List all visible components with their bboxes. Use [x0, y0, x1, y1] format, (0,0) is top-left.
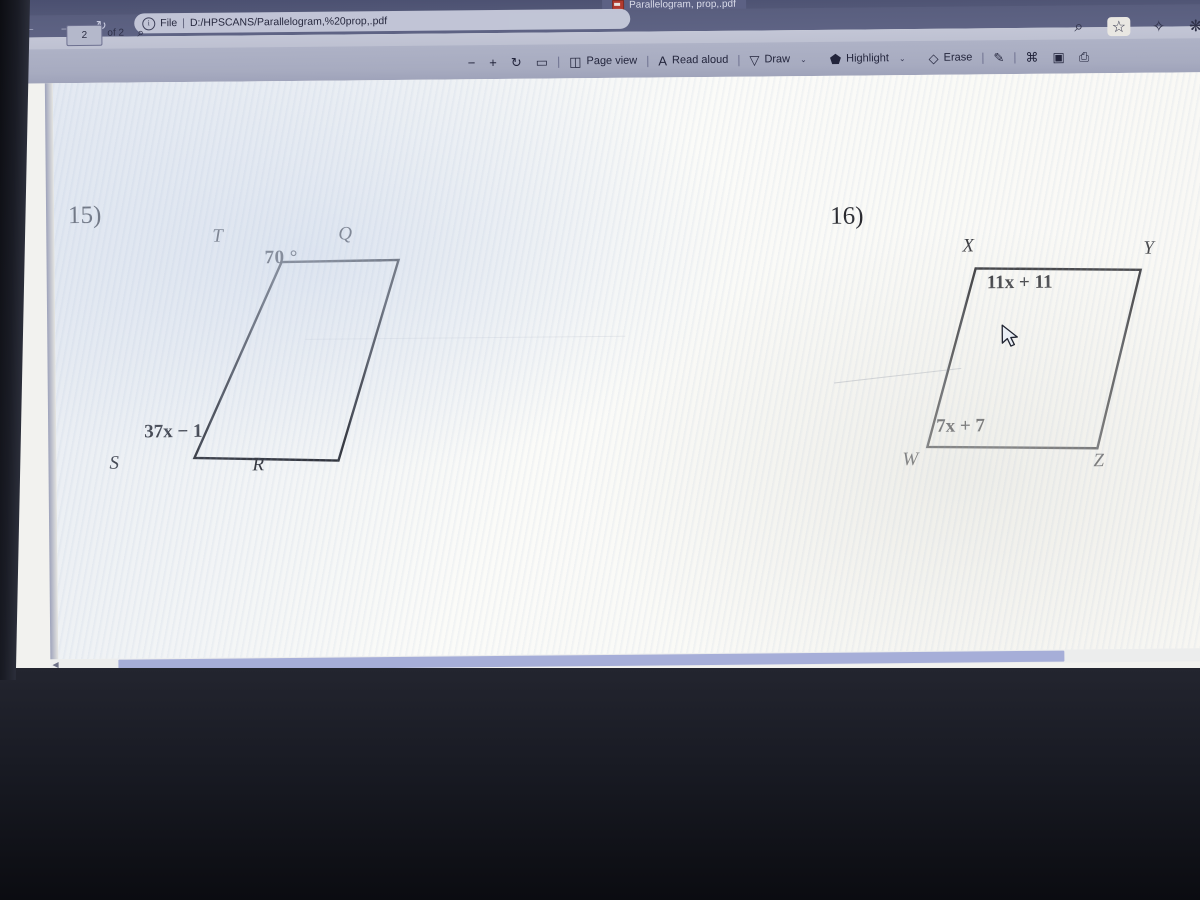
rotate-page-button[interactable]: ↻ — [504, 51, 529, 73]
screen-content: Parallelogram, prop,.pdf ← → ↻ i File | … — [0, 0, 1200, 690]
vertex-label-Z: Z — [1093, 450, 1105, 472]
read-aloud-label: Read aloud — [671, 53, 729, 67]
zoom-out-button[interactable]: − — [461, 51, 483, 73]
address-bar-separator: | — [182, 16, 185, 30]
vertex-label-S: S — [109, 452, 120, 474]
save-button[interactable]: ▣ — [1045, 45, 1072, 67]
minus-icon: − — [467, 54, 476, 70]
vertex-label-X: X — [962, 235, 975, 257]
page-view-label: Page view — [586, 54, 638, 68]
ink-color-icon: ✎ — [993, 49, 1005, 65]
pdf-page-number-input[interactable]: 2 — [66, 24, 103, 47]
eraser-icon: ◇ — [928, 50, 939, 66]
rotate-icon: ↻ — [510, 54, 522, 70]
parallelogram-qrst — [192, 258, 401, 462]
add-comment-icon: ⌘ — [1025, 49, 1039, 65]
fit-page-icon: ▭ — [535, 54, 549, 70]
highlight-label: Highlight — [846, 52, 889, 65]
ink-color-button[interactable]: ✎ — [986, 46, 1011, 68]
highlight-button[interactable]: ⬟ Highlight — [823, 47, 896, 70]
read-aloud-icon: A — [658, 52, 668, 68]
favorites-star-icon[interactable]: ☆ — [1107, 16, 1131, 37]
draw-pen-icon: ▽ — [749, 51, 760, 68]
expression-label-37x-minus-1: 37x − 1 — [144, 420, 203, 443]
info-circle-icon[interactable]: i — [142, 16, 156, 30]
vertex-label-T: T — [212, 225, 223, 247]
angle-label-70-degrees: 70 ° — [264, 246, 298, 269]
draw-button[interactable]: ▽ Draw — [742, 48, 797, 71]
fit-to-page-button[interactable]: ▭ — [529, 50, 556, 72]
problem-number-15: 15) — [67, 201, 102, 230]
pdf-page-count-label: of 2 — [107, 27, 125, 39]
expression-label-7x-plus-7: 7x + 7 — [936, 415, 986, 437]
vertex-label-Y: Y — [1143, 237, 1155, 259]
print-button[interactable]: ⎙ — [1072, 45, 1097, 67]
vertex-label-W: W — [902, 448, 919, 471]
pdf-page: 15) T Q R S 70 ° 37x − 1 16) X Y Z W 11x… — [52, 72, 1200, 660]
expression-label-11x-plus-11: 11x + 11 — [986, 271, 1053, 294]
vertex-label-R: R — [252, 454, 265, 476]
address-bar-scheme-label: File — [160, 17, 178, 30]
add-comment-button[interactable]: ⌘ — [1018, 46, 1045, 68]
highlight-marker-icon: ⬟ — [829, 51, 842, 67]
collections-icon[interactable]: ✧ — [1150, 18, 1167, 35]
browser-essentials-icon[interactable]: ❋ — [1187, 17, 1200, 35]
photographed-screen: Parallelogram, prop,.pdf ← → ↻ i File | … — [0, 0, 1200, 900]
magnifier-icon[interactable]: ⌕ — [137, 25, 144, 40]
mouse-pointer — [1001, 324, 1018, 347]
read-aloud-button[interactable]: A Read aloud — [651, 49, 735, 72]
page-view-icon: ◫ — [569, 53, 582, 69]
erase-button[interactable]: ◇ Erase — [922, 46, 980, 69]
address-bar-url: D:/HPSCANS/Parallelogram,%20prop,.pdf — [189, 15, 388, 29]
print-icon: ⎙ — [1078, 48, 1090, 64]
problem-number-16: 16) — [830, 202, 864, 230]
search-page-icon[interactable]: ⌕ — [1070, 18, 1087, 35]
browser-toolbar-icons: ⌕ ☆ ✧ ❋ — [1070, 16, 1200, 37]
chevron-down-icon[interactable]: ⌄ — [797, 55, 807, 64]
erase-label: Erase — [943, 51, 973, 64]
plus-icon: + — [489, 54, 497, 70]
zoom-in-button[interactable]: + — [482, 51, 504, 73]
monitor-bezel-bottom — [0, 668, 1200, 900]
draw-label: Draw — [764, 53, 791, 66]
save-icon: ▣ — [1052, 49, 1065, 65]
chevron-down-icon[interactable]: ⌄ — [896, 54, 906, 63]
vertex-label-Q: Q — [338, 223, 353, 245]
page-view-button[interactable]: ◫ Page view — [562, 50, 644, 73]
